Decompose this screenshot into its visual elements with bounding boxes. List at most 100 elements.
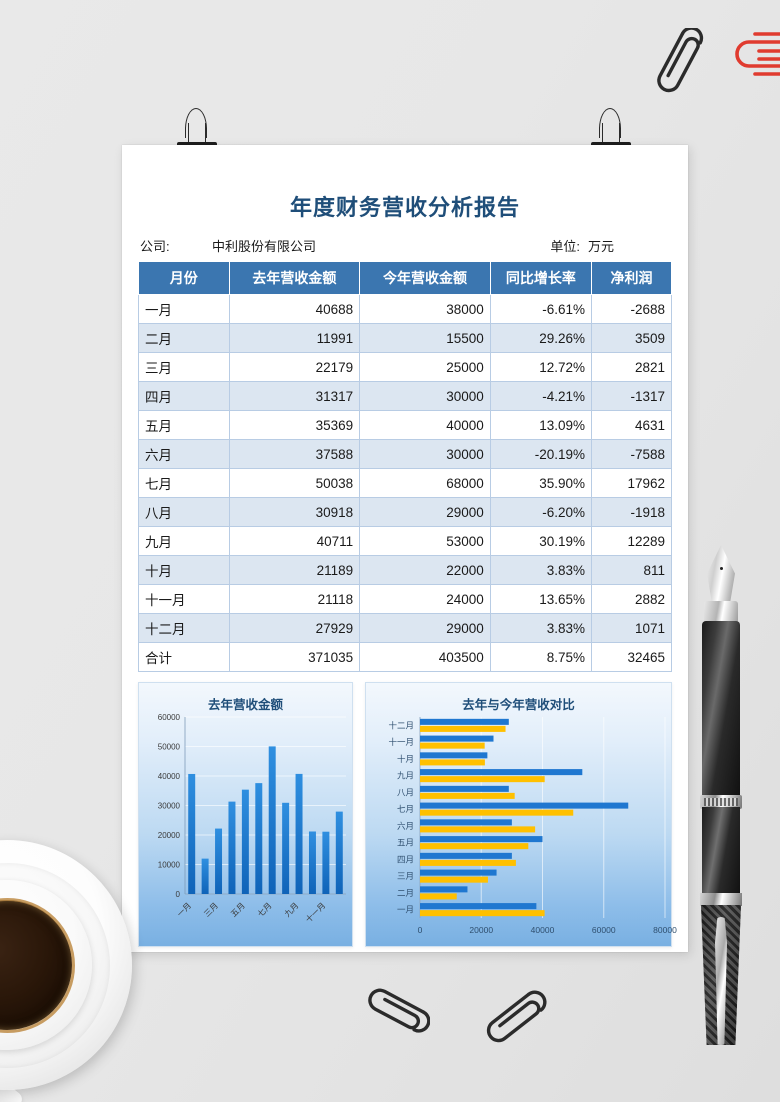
cell-profit: -2688 [591,294,672,324]
cell-last-year: 21118 [228,584,361,614]
cell-month: 四月 [138,381,230,411]
col-header-profit: 净利润 [591,261,672,295]
col-header-last-year: 去年营收金额 [228,261,361,295]
table-header-row: 月份 去年营收金额 今年营收金额 同比增长率 净利润 [138,261,672,295]
paperclip-icon [645,28,715,104]
svg-text:10000: 10000 [158,861,181,870]
svg-text:20000: 20000 [158,831,181,840]
svg-text:二月: 二月 [397,888,414,898]
cell-this-year: 40000 [359,410,491,440]
cell-this-year: 38000 [359,294,491,324]
cell-month: 十月 [138,555,230,585]
coffee-cup-icon [0,840,132,1102]
company-label: 公司: [140,239,170,254]
cell-month: 六月 [138,439,230,469]
svg-text:50000: 50000 [158,743,181,752]
red-paperclip-icon [725,30,780,93]
chart-right-plot: 0 20000 40000 60000 80000 一月 二月 三月 四月 五月 六月 七月 八月 九月 十… [388,717,677,935]
svg-text:五月: 五月 [397,838,414,848]
unit-label: 单位: [550,239,580,254]
cell-growth: 30.19% [489,526,593,556]
svg-text:一月: 一月 [397,905,414,915]
svg-text:0: 0 [176,890,181,899]
cell-last-year: 50038 [228,468,361,498]
svg-text:60000: 60000 [158,713,181,722]
svg-text:60000: 60000 [592,925,616,935]
col-header-month: 月份 [138,261,230,295]
cell-this-year: 15500 [359,323,491,353]
chart-left-plot: 0 10000 20000 30000 40000 50000 60000 一月 三月 五月 七月九… [158,713,346,924]
cell-month: 十二月 [138,613,230,643]
table-row: 二月 11991 15500 29.26% 3509 [138,323,672,353]
page-title: 年度财务营收分析报告 [289,195,520,220]
cell-growth: 3.83% [489,555,593,585]
svg-text:20000: 20000 [469,925,493,935]
cell-this-year: 29000 [359,497,491,527]
svg-text:四月: 四月 [397,854,414,864]
cell-profit: 1071 [591,613,672,643]
cell-month: 五月 [138,410,230,440]
chart-last-year-revenue: 去年营收金额 0 10000 20000 30000 40000 50000 60000 一月… [138,682,353,947]
cell-growth: 3.83% [489,613,593,643]
cell-last-year: 30918 [228,497,361,527]
cell-month: 七月 [138,468,230,498]
cell-profit: -1918 [591,497,672,527]
cell-total-last-year: 371035 [228,642,361,672]
svg-text:0: 0 [418,925,423,935]
cell-this-year: 24000 [359,584,491,614]
table-row: 五月 35369 40000 13.09% 4631 [138,410,672,440]
cell-total-this-year: 403500 [359,642,491,672]
cell-this-year: 68000 [359,468,491,498]
svg-text:40000: 40000 [158,772,181,781]
svg-text:十月: 十月 [397,754,414,764]
paperclip-icon [478,985,550,1057]
cell-growth: -6.20% [489,497,593,527]
cell-last-year: 21189 [228,555,361,585]
table-row: 九月 40711 53000 30.19% 12289 [138,526,672,556]
financial-table: 月份 去年营收金额 今年营收金额 同比增长率 净利润 一月 40688 38000-… [138,261,672,672]
chart-year-comparison: 去年与今年营收对比 0 20000 40000 60000 80000 一月 二月 三月 四月 五… [365,682,677,947]
cell-profit: -7588 [591,439,672,469]
cell-last-year: 37588 [228,439,361,469]
svg-text:40000: 40000 [531,925,555,935]
svg-text:七月: 七月 [256,901,274,919]
cell-growth: -4.21% [489,381,593,411]
chart-title-left: 去年营收金额 [207,698,283,712]
table-row: 六月 37588 30000 -20.19% -7588 [138,439,672,469]
svg-text:七月: 七月 [397,804,414,814]
cell-growth: -20.19% [489,439,593,469]
table-row: 十月 21189 22000 3.83% 811 [138,555,672,585]
cell-profit: 4631 [591,410,672,440]
svg-text:一月: 一月 [175,901,193,919]
cell-month: 一月 [138,294,230,324]
svg-text:八月: 八月 [397,787,414,797]
svg-text:80000: 80000 [653,925,677,935]
svg-text:九月: 九月 [397,771,414,781]
table-total-row: 合计 371035 403500 8.75% 32465 [138,642,672,672]
cell-last-year: 40711 [228,526,361,556]
cell-last-year: 40688 [228,294,361,324]
cell-this-year: 53000 [359,526,491,556]
cell-total-growth: 8.75% [489,642,593,672]
cell-total-label: 合计 [138,642,230,672]
col-header-this-year: 今年营收金额 [359,261,491,295]
table-row: 八月 30918 29000 -6.20% -1918 [138,497,672,527]
table-row: 三月 22179 25000 12.72% 2821 [138,352,672,382]
cell-profit: 811 [591,555,672,585]
cell-month: 十一月 [138,584,230,614]
cell-profit: -1317 [591,381,672,411]
cell-last-year: 11991 [228,323,361,353]
table-row: 十二月 27929 29000 3.83% 1071 [138,613,672,643]
table-row: 一月 40688 38000 -6.61% -2688 [138,294,672,324]
cell-last-year: 31317 [228,381,361,411]
charts-area: 去年营收金额 0 10000 20000 30000 40000 50000 60000 一月… [138,682,677,947]
cell-this-year: 25000 [359,352,491,382]
cell-month: 二月 [138,323,230,353]
col-header-growth: 同比增长率 [489,261,593,295]
svg-text:十二月: 十二月 [388,720,414,730]
cell-profit: 17962 [591,468,672,498]
company-value: 中利股份有限公司 [212,239,317,254]
svg-text:五月: 五月 [229,901,247,919]
cell-this-year: 30000 [359,439,491,469]
cell-growth: 13.09% [489,410,593,440]
